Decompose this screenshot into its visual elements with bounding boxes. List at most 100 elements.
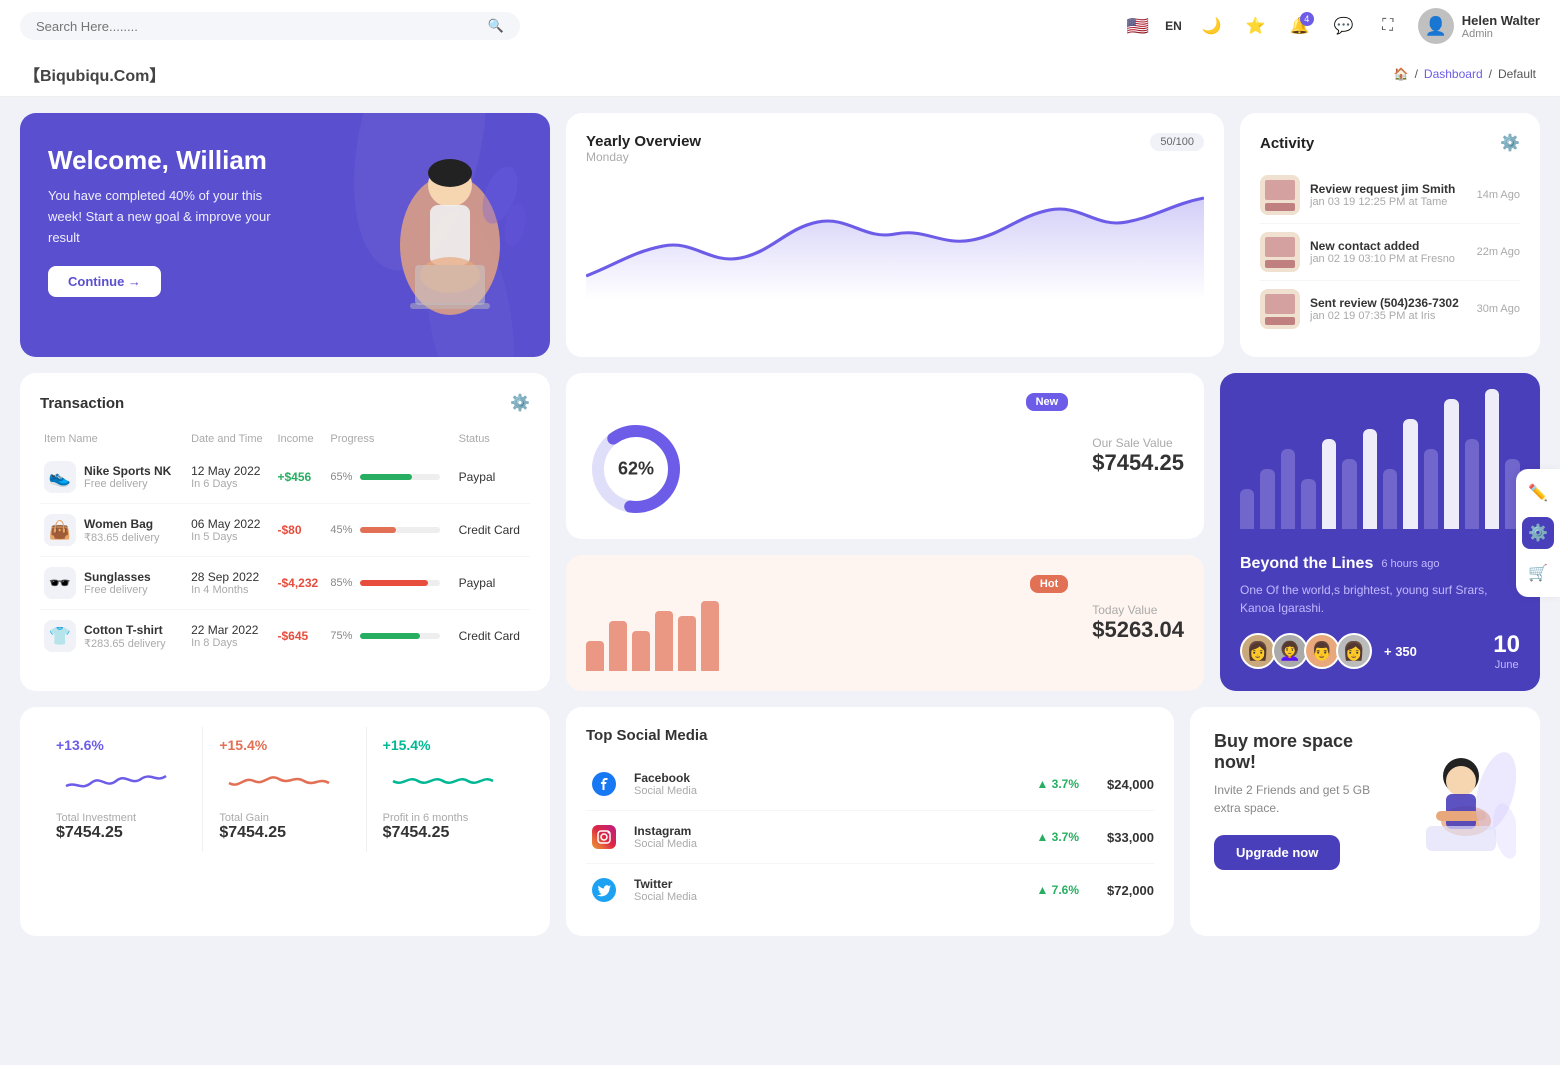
side-gear-icon[interactable]: ⚙️ [1522,517,1554,549]
social-name: Twitter [634,877,697,891]
bar-mini [701,601,719,671]
upgrade-content: Buy more space now! Invite 2 Friends and… [1214,731,1516,870]
activity-avatar [1260,175,1300,215]
user-menu[interactable]: 👤 Helen Walter Admin [1418,8,1540,44]
progress-label: 85% [330,577,352,589]
item-cell: 👕 Cotton T-shirt ₹283.65 delivery [40,610,187,663]
item-cell: 🕶️ Sunglasses Free delivery [40,557,187,610]
date-cell: 06 May 2022 In 5 Days [187,504,273,557]
breadcrumb: 🏠 / Dashboard / Default [1394,67,1536,81]
item-date-sub: In 5 Days [191,531,269,543]
social-value: $72,000 [1107,883,1154,898]
date-cell: 12 May 2022 In 6 Days [187,451,273,504]
activity-header: Activity ⚙️ [1260,133,1520,153]
progress-label: 65% [330,471,352,483]
avatar-3: 👨 [1304,633,1340,669]
progress-bar [360,474,440,480]
activity-item-time: 14m Ago [1477,189,1520,201]
upgrade-title: Buy more space now! [1214,731,1386,773]
lang-label[interactable]: EN [1165,19,1182,33]
beyond-bar [1485,389,1499,529]
transaction-settings[interactable]: ⚙️ [510,393,530,413]
bar-mini [609,621,627,671]
yearly-badge: 50/100 [1150,133,1204,151]
sale-value-card: New 62% Our Sale Value $7454.25 [566,373,1204,539]
theme-toggle[interactable]: 🌙 [1198,12,1226,40]
social-item: Facebook Social Media ▲ 3.7% $24,000 [586,758,1154,811]
item-date-sub: In 6 Days [191,478,269,490]
activity-avatar [1260,289,1300,329]
social-text: Instagram Social Media [634,824,697,850]
beyond-bar [1383,469,1397,529]
activity-item-time: 22m Ago [1477,246,1520,258]
item-date: 22 Mar 2022 [191,623,269,637]
side-edit-icon[interactable]: ✏️ [1522,477,1554,509]
home-icon[interactable]: 🏠 [1394,67,1409,81]
sale-value-container: New 62% [586,393,1068,519]
item-icon: 👜 [44,514,76,546]
yearly-chart [586,180,1204,300]
middle-col: New 62% Our Sale Value $7454.25 [566,373,1204,691]
upgrade-illustration [1386,731,1516,864]
table-row: 👕 Cotton T-shirt ₹283.65 delivery 22 Mar… [40,610,530,663]
status-cell: Credit Card [455,610,530,663]
date-cell: 22 Mar 2022 In 8 Days [187,610,273,663]
activity-text: Review request jim Smith jan 03 19 12:25… [1310,182,1467,208]
social-pct: ▲ 3.7% [1036,777,1079,791]
activity-settings[interactable]: ⚙️ [1500,133,1520,153]
bar-mini [655,611,673,671]
item-sub: Free delivery [84,584,151,596]
chat-icon[interactable]: 💬 [1330,12,1358,40]
activity-title: Activity [1260,135,1314,152]
avatar-2: 👩‍🦱 [1272,633,1308,669]
item-date-sub: In 8 Days [191,637,269,649]
stat-pct: +15.4% [383,737,514,753]
continue-button[interactable]: Continue → [48,266,161,297]
today-value: $5263.04 [1092,617,1184,643]
item-date-sub: In 4 Months [191,584,269,596]
sparkline [56,761,186,804]
transaction-title: Transaction [40,395,124,412]
user-info: Helen Walter Admin [1462,13,1540,40]
avatar-1: 👩 [1240,633,1276,669]
progress-cell: 75% [326,610,454,663]
upgrade-button[interactable]: Upgrade now [1214,835,1340,870]
progress-fill [360,474,412,480]
beyond-avatars: 👩 👩‍🦱 👨 👩 + 350 [1240,633,1417,669]
beyond-title-row: Beyond the Lines 6 hours ago [1240,555,1520,573]
bar-mini [632,631,650,671]
sale-info: Our Sale Value $7454.25 [1092,436,1184,476]
progress-cell: 65% [326,451,454,504]
social-card: Top Social Media Facebook Social Media ▲… [566,707,1174,936]
beyond-bar [1301,479,1315,529]
col-item-name: Item Name [40,427,187,451]
stat-value: $7454.25 [383,824,514,842]
activity-item: Review request jim Smith jan 03 19 12:25… [1260,167,1520,224]
search-bar[interactable]: 🔍 [20,12,520,40]
search-input[interactable] [36,19,480,34]
beyond-time: 6 hours ago [1381,558,1439,570]
stat-pct: +13.6% [56,737,186,753]
today-info: Today Value $5263.04 [1092,603,1184,643]
user-name: Helen Walter [1462,13,1540,28]
progress-fill [360,527,396,533]
stat-label: Total Gain [219,812,349,824]
stat-item: +15.4% Total Gain $7454.25 [203,727,366,852]
date-num: 10 [1493,631,1520,659]
breadcrumb-dashboard[interactable]: Dashboard [1424,67,1483,81]
user-role: Admin [1462,28,1540,40]
third-row: +13.6% Total Investment $7454.25 +15.4% … [20,707,1540,936]
status-cell: Paypal [455,557,530,610]
side-shop-icon[interactable]: 🛒 [1522,557,1554,589]
item-date: 06 May 2022 [191,517,269,531]
donut-chart: 62% [586,419,686,519]
star-icon[interactable]: ⭐ [1242,12,1270,40]
notification-badge: 4 [1300,12,1314,26]
beyond-bar [1342,459,1356,529]
notification-icon[interactable]: 🔔 4 [1286,12,1314,40]
fullscreen-icon[interactable]: ⛶ [1374,12,1402,40]
activity-text: New contact added jan 02 19 03:10 PM at … [1310,239,1467,265]
welcome-title: Welcome, William [48,145,522,176]
item-name: Nike Sports NK [84,464,171,478]
col-progress: Progress [326,427,454,451]
